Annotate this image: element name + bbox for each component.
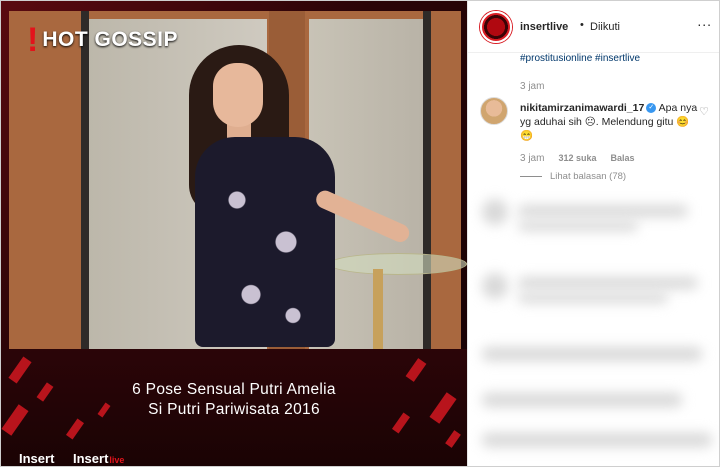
commenter-avatar[interactable] [480, 97, 508, 125]
blurred-comment [482, 433, 712, 447]
comment-text-lead: Apa [658, 102, 678, 114]
insertlive-logo: Insertlive [73, 451, 124, 466]
verified-badge-icon: ✓ [646, 103, 657, 114]
table-leg [373, 269, 383, 349]
blurred-comment [518, 221, 638, 231]
person-dress [195, 137, 335, 347]
insert-logo: Insert [19, 451, 54, 466]
comment-likes[interactable]: 312 suka [558, 153, 596, 164]
decor-shard [8, 356, 32, 384]
screenshot-root: ! HOT GOSSIP 6 Pose Sensual Putri Amelia… [0, 0, 720, 467]
blurred-avatar [482, 199, 508, 225]
blurred-comment [482, 393, 682, 407]
badge-label: HOT GOSSIP [42, 28, 179, 51]
like-heart-icon[interactable]: ♡ [699, 105, 709, 118]
blurred-avatar [482, 273, 508, 299]
wall-frame [81, 11, 89, 349]
post-header: insertlive • Diikuti ... [468, 1, 719, 53]
replies-divider-line [520, 176, 542, 177]
logo-suffix: live [109, 455, 125, 465]
decor-shard [65, 418, 85, 440]
glass-table [329, 253, 467, 275]
blurred-comment [518, 277, 698, 289]
view-replies-label: Lihat balasan (78) [550, 171, 627, 182]
blurred-comment [518, 293, 668, 303]
caption-line-1: 6 Pose Sensual Putri Amelia [132, 381, 336, 398]
logo-text: Insert [73, 451, 109, 466]
comment-meta: 3 jam 312 suka Balas [520, 153, 635, 164]
decor-shard [405, 358, 427, 382]
account-avatar[interactable] [480, 11, 512, 43]
caption-hashtags[interactable]: #prostitusionline #insertlive [520, 53, 640, 64]
view-replies-link[interactable]: Lihat balasan (78) [520, 171, 626, 182]
hot-gossip-badge: ! HOT GOSSIP [27, 23, 178, 57]
more-options-icon[interactable]: ... [697, 13, 712, 29]
wall-frame [423, 11, 431, 349]
blurred-comment [482, 347, 702, 361]
caption-timestamp: 3 jam [520, 81, 545, 92]
post-image[interactable]: ! HOT GOSSIP 6 Pose Sensual Putri Amelia… [1, 1, 467, 466]
decor-shard [445, 430, 461, 448]
comment-timestamp: 3 jam [520, 153, 545, 164]
caption-line-2: Si Putri Pariwisata 2016 [148, 401, 320, 418]
reply-button[interactable]: Balas [610, 153, 634, 164]
comment-header: nikitamirzanimawardi_17 ✓ Apa [520, 102, 677, 114]
separator-dot: • [580, 19, 584, 31]
caption-band: 6 Pose Sensual Putri Amelia Si Putri Par… [1, 349, 467, 466]
account-username[interactable]: insertlive [520, 21, 568, 33]
commenter-username[interactable]: nikitamirzanimawardi_17 [520, 102, 644, 114]
blurred-comment [518, 205, 688, 217]
follow-status-button[interactable]: Diikuti [590, 21, 620, 33]
person-face [213, 63, 263, 127]
comment-body: nikitamirzanimawardi_17 ✓ Apa nya yg aduh… [520, 101, 700, 143]
exclamation-icon: ! [27, 21, 39, 59]
logo-text: Insert [19, 451, 55, 466]
comments-panel: insertlive • Diikuti ... #prostitusionli… [467, 1, 719, 466]
